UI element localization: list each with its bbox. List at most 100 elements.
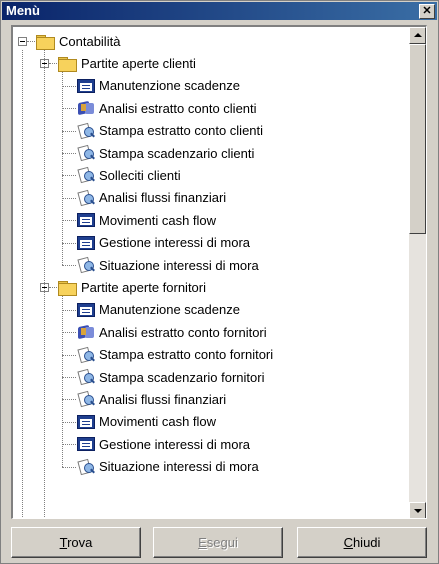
tree-leaf[interactable]: Solleciti clienti — [77, 164, 181, 186]
tree-node-label: Movimenti cash flow — [99, 414, 217, 430]
tree-node-label: Analisi flussi finanziari — [99, 190, 227, 206]
form-icon — [77, 78, 95, 93]
trova-label: rova — [67, 535, 93, 550]
form-icon — [77, 302, 95, 317]
tree-leaf[interactable]: Stampa estratto conto clienti — [77, 120, 263, 142]
tree-node-label: Analisi flussi finanziari — [99, 391, 227, 407]
tree-leaf[interactable]: Situazione interessi di mora — [77, 456, 259, 478]
report-icon — [77, 391, 95, 408]
tree-connector — [62, 466, 76, 468]
tree-node-label: Stampa scadenzario clienti — [99, 145, 255, 161]
chiudi-accel: C — [343, 535, 353, 550]
arrow-up-icon — [414, 33, 422, 37]
tree-connector — [62, 197, 76, 199]
scrollbar-thumb[interactable] — [409, 44, 426, 234]
tree-node-label: Gestione interessi di mora — [99, 235, 251, 251]
scroll-up-button[interactable] — [409, 27, 426, 44]
form-icon — [77, 437, 95, 452]
tree-leaf[interactable]: Stampa scadenzario fornitori — [77, 366, 264, 388]
tree-leaf[interactable]: Movimenti cash flow — [77, 411, 216, 433]
menu-window: Menù ✕ Contabilità Partite aperte clienti… — [0, 0, 439, 564]
tree-leaf[interactable]: Situazione interessi di mora — [77, 254, 259, 276]
tree-connector — [62, 72, 63, 265]
tree-node-label: Solleciti clienti — [99, 167, 181, 183]
tree-connector — [62, 309, 76, 311]
esegui-button[interactable]: Esegui — [153, 527, 283, 558]
report-icon — [77, 189, 95, 206]
tree-connector — [62, 421, 76, 423]
tree-connector — [27, 41, 35, 42]
tree-node-label: Stampa scadenzario fornitori — [99, 369, 265, 385]
tree-node-label: Partite aperte fornitori — [81, 279, 207, 295]
tree-connector — [49, 63, 57, 65]
tree-leaf[interactable]: Analisi estratto conto fornitori — [77, 321, 267, 343]
menu-tree-panel: Contabilità Partite aperte clienti Manuten… — [11, 25, 427, 519]
book-icon — [77, 100, 95, 116]
tree-node-label: Situazione interessi di mora — [99, 257, 259, 273]
title-bar: Menù ✕ — [2, 2, 437, 20]
tree-leaf[interactable]: Gestione interessi di mora — [77, 433, 250, 455]
tree-connector — [62, 242, 76, 244]
tree-node-label: Partite aperte clienti — [81, 55, 196, 71]
form-icon — [77, 213, 95, 228]
tree-leaf[interactable]: Manutenzione scadenze — [77, 299, 240, 321]
close-button[interactable]: ✕ — [419, 4, 435, 19]
tree-leaf[interactable]: Stampa estratto conto fornitori — [77, 344, 273, 366]
tree-connector — [62, 332, 76, 334]
tree-connector — [62, 85, 76, 87]
tree-leaf[interactable]: Stampa scadenzario clienti — [77, 142, 254, 164]
chiudi-button[interactable]: Chiudi — [297, 527, 427, 558]
form-icon — [77, 235, 95, 250]
tree-connector — [22, 50, 23, 518]
tree-connector — [62, 130, 76, 132]
tree-node-label: Gestione interessi di mora — [99, 436, 251, 452]
tree-connector — [62, 444, 76, 446]
tree-connector — [62, 175, 76, 177]
tree-node-label: Contabilità — [59, 33, 121, 49]
tree-leaf[interactable]: Gestione interessi di mora — [77, 232, 250, 254]
tree-connector — [62, 399, 76, 401]
vertical-scrollbar[interactable] — [409, 27, 426, 518]
report-icon — [77, 167, 95, 184]
tree-connector — [62, 296, 63, 467]
tree-group[interactable]: Partite aperte clienti — [57, 52, 196, 74]
tree-connector — [62, 265, 76, 266]
tree-leaf[interactable]: Analisi flussi finanziari — [77, 388, 226, 410]
report-icon — [77, 368, 95, 386]
report-icon — [77, 256, 95, 274]
trova-button[interactable]: Trova — [11, 527, 141, 558]
tree-group[interactable]: Partite aperte fornitori — [57, 276, 206, 298]
tree-node-label: Situazione interessi di mora — [99, 459, 259, 475]
tree-node-label: Manutenzione scadenze — [99, 78, 240, 94]
tree-connector — [62, 354, 76, 356]
chiudi-label: hiudi — [352, 535, 381, 550]
tree-connector — [62, 108, 76, 110]
tree-leaf[interactable]: Manutenzione scadenze — [77, 75, 240, 97]
book-icon — [77, 324, 95, 340]
menu-tree: Contabilità Partite aperte clienti Manuten… — [13, 27, 409, 518]
window-title: Menù — [6, 3, 40, 18]
folder-icon — [57, 280, 77, 296]
report-icon — [77, 122, 95, 139]
tree-root[interactable]: Contabilità — [35, 30, 120, 52]
scroll-down-button[interactable] — [409, 502, 426, 518]
tree-connector — [62, 220, 76, 222]
tree-leaf[interactable]: Analisi estratto conto clienti — [77, 97, 257, 119]
esegui-label: segui — [206, 535, 238, 550]
folder-icon — [57, 56, 77, 72]
tree-node-label: Movimenti cash flow — [99, 212, 217, 228]
close-icon: ✕ — [422, 5, 432, 17]
trova-accel: T — [59, 535, 68, 550]
report-icon — [77, 458, 95, 475]
tree-connector — [44, 50, 45, 518]
report-icon — [77, 346, 95, 363]
tree-leaf[interactable]: Movimenti cash flow — [77, 209, 216, 231]
report-icon — [77, 144, 95, 162]
tree-node-label: Stampa estratto conto clienti — [99, 123, 264, 139]
tree-node-label: Manutenzione scadenze — [99, 302, 240, 318]
form-icon — [77, 414, 95, 429]
collapse-toggle-icon[interactable] — [18, 37, 27, 46]
tree-leaf[interactable]: Analisi flussi finanziari — [77, 187, 226, 209]
esegui-accel: E — [198, 535, 207, 550]
folder-icon — [35, 34, 55, 50]
